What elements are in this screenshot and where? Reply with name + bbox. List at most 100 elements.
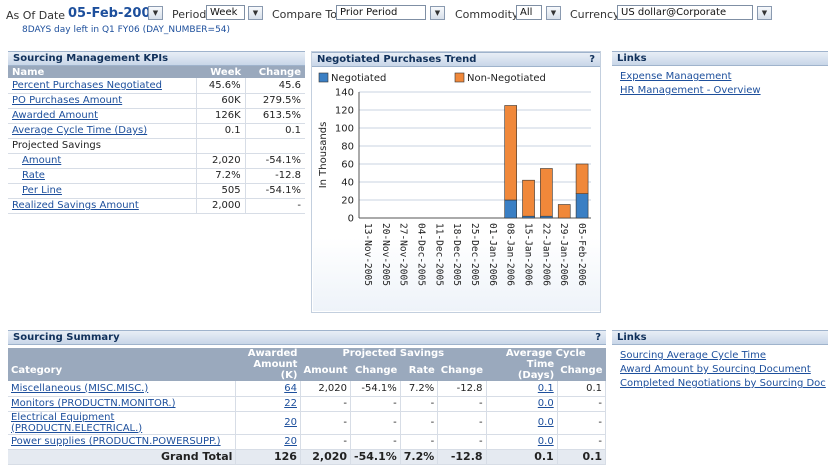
y-tick-label: 140 [335,88,354,99]
rate-change: - [437,434,487,450]
y-axis-label: In Thousands [318,122,329,189]
kpi-row: Per Line 505 -54.1% [8,183,305,199]
x-tick-label: 22-Jan-2006 [540,223,551,286]
total-label: Grand Total [8,449,237,465]
kpi-change-value: - [244,198,305,214]
currency-dropdown-button[interactable]: ▼ [757,6,772,20]
bar-segment [540,168,553,217]
kpi-header-change: Change [245,66,305,78]
kpi-name-link[interactable]: PO Purchases Amount [12,95,122,106]
awarded-amount-link[interactable]: 22 [284,398,297,409]
x-tick-label: 15-Jan-2006 [523,223,534,286]
summary-col-amount: Amount [300,359,351,381]
kpi-change-value: 0.1 [244,123,305,139]
legend-swatch [318,72,329,83]
period-label: Period [172,8,207,21]
trend-panel: Negotiated Purchases Trend ? Negotiated N… [311,51,601,313]
cycle-change: 0.1 [557,381,607,397]
x-tick-label: 25-Dec-2005 [469,223,480,286]
compare-to-dropdown-button[interactable]: ▼ [430,6,445,20]
kpi-row: Percent Purchases Negotiated 45.6% 45.6 [8,78,305,94]
awarded-amount-link[interactable]: 20 [284,436,297,447]
kpi-week-value: 7.2% [196,168,246,184]
kpi-week-value: 45.6% [196,78,246,94]
kpi-change-value [244,138,305,154]
links-bottom-link-2[interactable]: Completed Negotiations by Sourcing Doc [620,378,826,389]
kpi-name-link[interactable]: Realized Savings Amount [12,200,139,211]
kpi-name-link: Projected Savings [12,140,101,151]
chevron-down-icon: ▼ [550,9,557,17]
kpi-panel-title: Sourcing Management KPIs [8,51,305,66]
links-bottom-link-0[interactable]: Sourcing Average Cycle Time [620,350,766,361]
summary-col-change: Change [350,359,401,381]
summary-header-average-cycle: Average Cycle [486,348,606,359]
kpi-row: Realized Savings Amount 2,000- [8,198,305,214]
trend-panel-title: Negotiated Purchases Trend [317,54,477,65]
cycle-time-link[interactable]: 0.0 [538,436,554,447]
bar-segment [575,193,589,219]
y-tick-label: 120 [335,106,354,117]
kpi-name-link[interactable]: Amount [22,155,61,166]
kpi-name-link[interactable]: Average Cycle Time (Days) [12,125,147,136]
chevron-down-icon: ▼ [252,9,259,17]
legend-label: Negotiated [331,73,386,84]
category-link[interactable]: Monitors (PRODUCTN.MONITOR.) [11,398,176,409]
commodity-dropdown-button[interactable]: ▼ [546,6,561,20]
awarded-amount-link[interactable]: 20 [284,417,297,428]
help-icon[interactable]: ? [595,332,601,344]
cycle-time-link[interactable]: 0.0 [538,417,554,428]
kpi-name-link[interactable]: Awarded Amount [12,110,98,121]
kpi-name-link[interactable]: Rate [22,170,45,181]
awarded-amount-link[interactable]: 64 [284,383,297,394]
kpi-name-link[interactable]: Per Line [22,185,62,196]
kpi-name-link[interactable]: Percent Purchases Negotiated [12,80,162,91]
kpi-panel: Sourcing Management KPIs Name Week Chang… [8,51,305,214]
summary-rows: Miscellaneous (MISC.MISC.) 64 2,020 -54.1% 7… [8,381,607,450]
x-tick-label: 18-Dec-2005 [451,223,462,286]
kpi-change-value: 45.6 [244,78,305,94]
as-of-date-label: As Of Date [6,9,66,22]
x-tick-label: 20-Nov-2005 [380,223,391,286]
links-list-item: Expense Management [620,71,820,82]
period-select[interactable]: Week [206,5,245,20]
as-of-date-value[interactable]: 05-Feb-2006 [68,6,160,21]
category-link[interactable]: Power supplies (PRODUCTN.POWERSUPP.) [11,436,221,447]
links-top-link-0[interactable]: Expense Management [620,71,732,82]
kpi-header-row: Name Week Change [8,66,305,78]
links-panel-bottom-title: Links [612,330,828,345]
kpi-rows: Percent Purchases Negotiated 45.6% 45.6 PO … [8,78,305,214]
cycle-time-link[interactable]: 0.1 [538,383,554,394]
compare-to-select[interactable]: Prior Period [336,5,426,20]
kpi-change-value: 279.5% [244,93,305,109]
cycle-change: - [557,434,607,450]
cycle-change: - [557,411,607,435]
category-link[interactable]: Electrical Equipment (PRODUCTN.ELECTRICA… [11,412,142,434]
total-cycle: 0.1 [486,449,558,465]
x-tick-label: 05-Feb-2006 [576,223,587,286]
kpi-week-value [196,138,246,154]
date-picker-button[interactable]: ▼ [148,6,163,20]
y-tick-label: 100 [335,124,354,135]
kpi-week-value: 0.1 [196,123,246,139]
y-tick-label: 20 [341,196,354,207]
currency-select[interactable]: US dollar@Corporate [617,5,753,20]
commodity-select[interactable]: All [516,5,542,20]
help-icon[interactable]: ? [589,54,595,66]
cycle-time-link[interactable]: 0.0 [538,398,554,409]
category-link[interactable]: Miscellaneous (MISC.MISC.) [11,383,148,394]
chevron-down-icon: ▼ [761,9,768,17]
rate-change: - [437,396,487,412]
total-amount: 2,020 [300,449,352,465]
period-dropdown-button[interactable]: ▼ [248,6,263,20]
kpi-week-value: 2,000 [196,198,246,214]
total-awarded: 126 [235,449,301,465]
links-bottom-link-1[interactable]: Award Amount by Sourcing Document [620,364,811,375]
y-tick-label: 0 [348,214,354,225]
summary-col-category: Category [8,359,236,381]
x-tick-label: 04-Dec-2005 [415,223,426,286]
summary-header-row: Category Amount (K) Amount Change Rate C… [8,359,606,381]
projected-change: - [350,434,401,450]
legend-swatch [454,72,465,83]
summary-row: Electrical Equipment (PRODUCTN.ELECTRICA… [8,411,607,435]
links-top-link-1[interactable]: HR Management - Overview [620,85,761,96]
